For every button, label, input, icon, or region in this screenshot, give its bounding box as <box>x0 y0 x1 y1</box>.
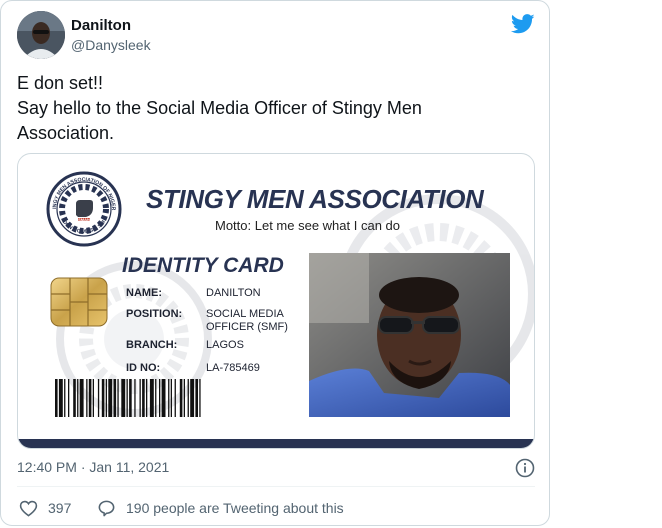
smart-chip-icon <box>50 277 108 327</box>
author-name[interactable]: Danilton <box>71 17 131 34</box>
info-icon[interactable] <box>515 458 535 478</box>
id-card-motto: Motto: Let me see what I can do <box>215 218 400 233</box>
tweet-line: E don set!! <box>17 73 104 93</box>
field-value-name: DANILTON <box>206 287 261 299</box>
tweet-media-image[interactable]: STINGY MEN ASSOCIATION OF NIGERIA DON'T … <box>17 153 535 449</box>
tweet-card: Danilton @Danysleek E don set!! Say hell… <box>0 0 550 526</box>
heart-icon[interactable] <box>19 499 38 518</box>
barcode <box>55 379 201 417</box>
speech-bubble-icon[interactable] <box>97 499 116 518</box>
tweet-timestamp[interactable]: 12:40 PM · Jan 11, 2021 <box>17 459 169 475</box>
field-label-id: ID NO: <box>126 362 161 374</box>
field-value-id: LA-785469 <box>206 362 260 374</box>
field-label-position: POSITION: <box>126 308 183 320</box>
author-avatar[interactable] <box>17 11 65 59</box>
like-count[interactable]: 397 <box>48 500 71 516</box>
field-value-branch: LAGOS <box>206 339 244 351</box>
id-photo <box>309 253 510 417</box>
identity-card-label: IDENTITY CARD <box>122 254 284 277</box>
conversation-link[interactable]: 190 people are Tweeting about this <box>126 500 344 516</box>
author-handle[interactable]: @Danysleek <box>71 37 151 53</box>
tweet-line: Say hello to the Social Media Officer of… <box>17 98 422 118</box>
field-value-position: SOCIAL MEDIA <box>206 308 284 320</box>
tweet-line: Association. <box>17 123 115 143</box>
id-card-bottom-bar <box>18 439 534 448</box>
field-label-branch: BRANCH: <box>126 339 178 351</box>
tweet-text: E don set!! Say hello to the Social Medi… <box>17 71 527 146</box>
association-seal-logo: STINGY MEN ASSOCIATION OF NIGERIA DON'T … <box>46 171 122 247</box>
field-value-position-line2: OFFICER (SMF) <box>206 321 288 333</box>
id-card-title: STINGY MEN ASSOCIATION <box>146 184 484 214</box>
seal-center-text: SMAN <box>78 217 90 222</box>
field-label-name: NAME: <box>126 287 163 299</box>
divider <box>17 486 535 487</box>
twitter-bird-icon[interactable] <box>511 14 535 34</box>
